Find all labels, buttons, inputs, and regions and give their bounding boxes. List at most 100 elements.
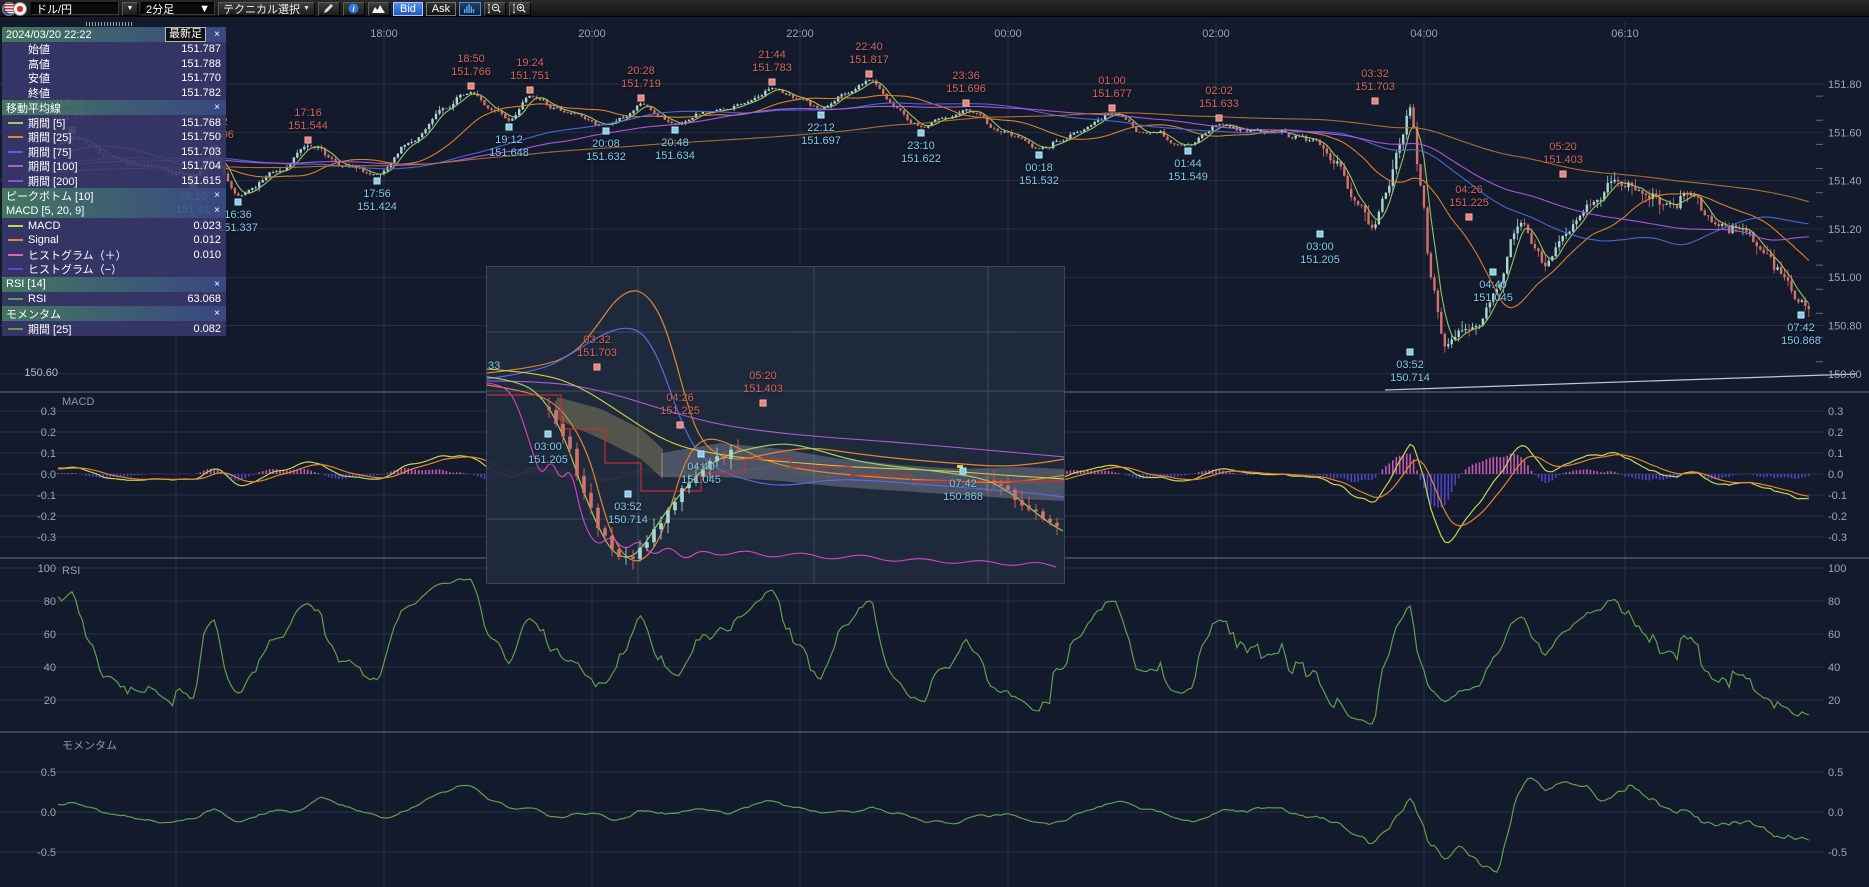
mountain-chart-icon: [372, 3, 385, 14]
peak-marker: [527, 87, 534, 94]
currency-pair-select[interactable]: ドル/円: [31, 2, 119, 15]
rsi-pane-title: RSI: [62, 565, 80, 577]
series-color-swatch: [8, 328, 23, 330]
legend-value: 0.010: [193, 249, 221, 261]
chevron-down-icon: ▼: [199, 3, 210, 15]
peak-annotation: 19:24151.751: [510, 57, 550, 83]
momentum-pane-title: モメンタム: [62, 737, 117, 753]
annotation-time: 05:20: [743, 370, 783, 383]
peak-annotation: 18:50151.766: [451, 53, 491, 79]
legend-label: 期間 [5]: [28, 115, 65, 131]
mountain-chart-button[interactable]: [368, 2, 390, 16]
peak-marker: [638, 95, 645, 102]
legend-row: RSI63.068: [2, 292, 226, 307]
price-axis-label: 150.60: [1828, 369, 1862, 381]
series-color-swatch: [8, 180, 23, 182]
histogram-button[interactable]: [459, 2, 481, 16]
peak-annotation: 17:16151.544: [288, 107, 328, 133]
legend-label: 終値: [28, 85, 50, 101]
time-axis-label: 20:00: [578, 28, 606, 40]
macd-axis-label: 0.2: [41, 427, 56, 439]
legend-row: 期間 [100]151.704: [2, 159, 226, 174]
series-color-swatch: [8, 136, 23, 138]
price-axis-label: 151.40: [1828, 176, 1862, 188]
close-icon[interactable]: ×: [212, 102, 222, 113]
legend-value: 151.615: [181, 175, 221, 187]
annotation-time: 05:20: [1543, 141, 1583, 154]
info-button[interactable]: i: [343, 2, 365, 16]
pair-dropdown-button[interactable]: ▼: [122, 2, 138, 16]
panel-drag-grip[interactable]: [86, 22, 134, 26]
legend-value: 151.750: [181, 131, 221, 143]
annotation-price: 151.648: [489, 147, 529, 160]
rsi-axis-label: 100: [1828, 563, 1846, 575]
close-icon[interactable]: ×: [212, 308, 222, 319]
bottom-annotation: 19:12151.648: [489, 134, 529, 160]
annotation-price: 150.714: [608, 514, 648, 527]
annotation-price: 151.817: [849, 54, 889, 67]
macd-axis-label: -0.2: [37, 511, 56, 523]
draw-pencil-button[interactable]: [318, 2, 340, 16]
macd-axis-label: -0.3: [1828, 532, 1847, 544]
peak-marker: [305, 137, 312, 144]
rsi-axis-label: 40: [44, 662, 56, 674]
zoom-out-button[interactable]: [484, 2, 506, 16]
close-icon[interactable]: ×: [212, 29, 222, 40]
bottom-annotation: 04:40151.045: [1473, 279, 1513, 305]
bottom-marker: [1798, 312, 1805, 319]
annotation-time: 01:44: [1168, 158, 1208, 171]
annotation-time: 18:50: [451, 53, 491, 66]
momentum-axis-label: 0.5: [1828, 767, 1843, 779]
annotation-price: 151.719: [621, 78, 661, 91]
bottom-marker: [625, 491, 632, 498]
momentum-axis-label: 0.0: [1828, 807, 1843, 819]
latest-bar-button[interactable]: 最新足: [165, 27, 206, 42]
peak-marker: [1372, 98, 1379, 105]
momentum-axis-label: 0.5: [41, 767, 56, 779]
annotation-time: 04:40: [1473, 279, 1513, 292]
ask-button[interactable]: Ask: [426, 2, 456, 16]
legend-label: 高値: [28, 56, 50, 72]
peak-marker: [677, 422, 684, 429]
inset-chart: [487, 267, 1064, 583]
inset-cloud: [557, 397, 663, 479]
zoom-out-icon: [487, 3, 502, 14]
macd-axis-label: 0.3: [1828, 406, 1843, 418]
close-icon[interactable]: ×: [212, 190, 222, 201]
bid-button[interactable]: Bid: [393, 2, 423, 16]
annotation-price: 151.544: [288, 120, 328, 133]
indicator-section-header: 移動平均線×: [2, 100, 226, 115]
legend-label: 始値: [28, 41, 50, 57]
macd-axis-label: 0.0: [41, 469, 56, 481]
rsi-axis-label: 60: [44, 629, 56, 641]
zoom-in-icon: [512, 3, 527, 14]
peak-annotation: 21:44151.783: [752, 49, 792, 75]
annotation-time: 20:48: [655, 137, 695, 150]
bottom-annotation: 03:00151.205: [528, 441, 568, 467]
annotation-time: 07:42: [943, 478, 983, 491]
technical-select-button[interactable]: テクニカル選択▼: [218, 2, 315, 16]
magnifier-inset-window[interactable]: 33 03:32151.70304:26151.22505:20151.4030…: [486, 266, 1065, 584]
annotation-price: 150.714: [1390, 372, 1430, 385]
timeframe-select[interactable]: 2分足▼: [141, 2, 215, 15]
bottom-marker: [1407, 349, 1414, 356]
bottom-annotation: 07:42150.868: [1781, 322, 1821, 348]
pencil-icon: [323, 3, 334, 14]
annotation-price: 151.225: [1449, 197, 1489, 210]
legend-label: 安値: [28, 70, 50, 86]
close-icon[interactable]: ×: [212, 279, 222, 290]
peak-marker: [1466, 214, 1473, 221]
bottom-annotation: 03:00151.205: [1300, 241, 1340, 267]
peak-marker: [866, 71, 873, 78]
legend-row: 高値151.788: [2, 57, 226, 72]
bottom-marker: [818, 112, 825, 119]
annotation-price: 151.703: [577, 347, 617, 360]
peak-marker: [1216, 115, 1223, 122]
momentum-axis-label: -0.5: [37, 847, 56, 859]
annotation-time: 22:40: [849, 41, 889, 54]
annotation-time: 20:28: [621, 65, 661, 78]
macd-axis-label: -0.2: [1828, 511, 1847, 523]
close-icon[interactable]: ×: [212, 205, 222, 216]
annotation-time: 17:16: [288, 107, 328, 120]
zoom-in-button[interactable]: [509, 2, 531, 16]
